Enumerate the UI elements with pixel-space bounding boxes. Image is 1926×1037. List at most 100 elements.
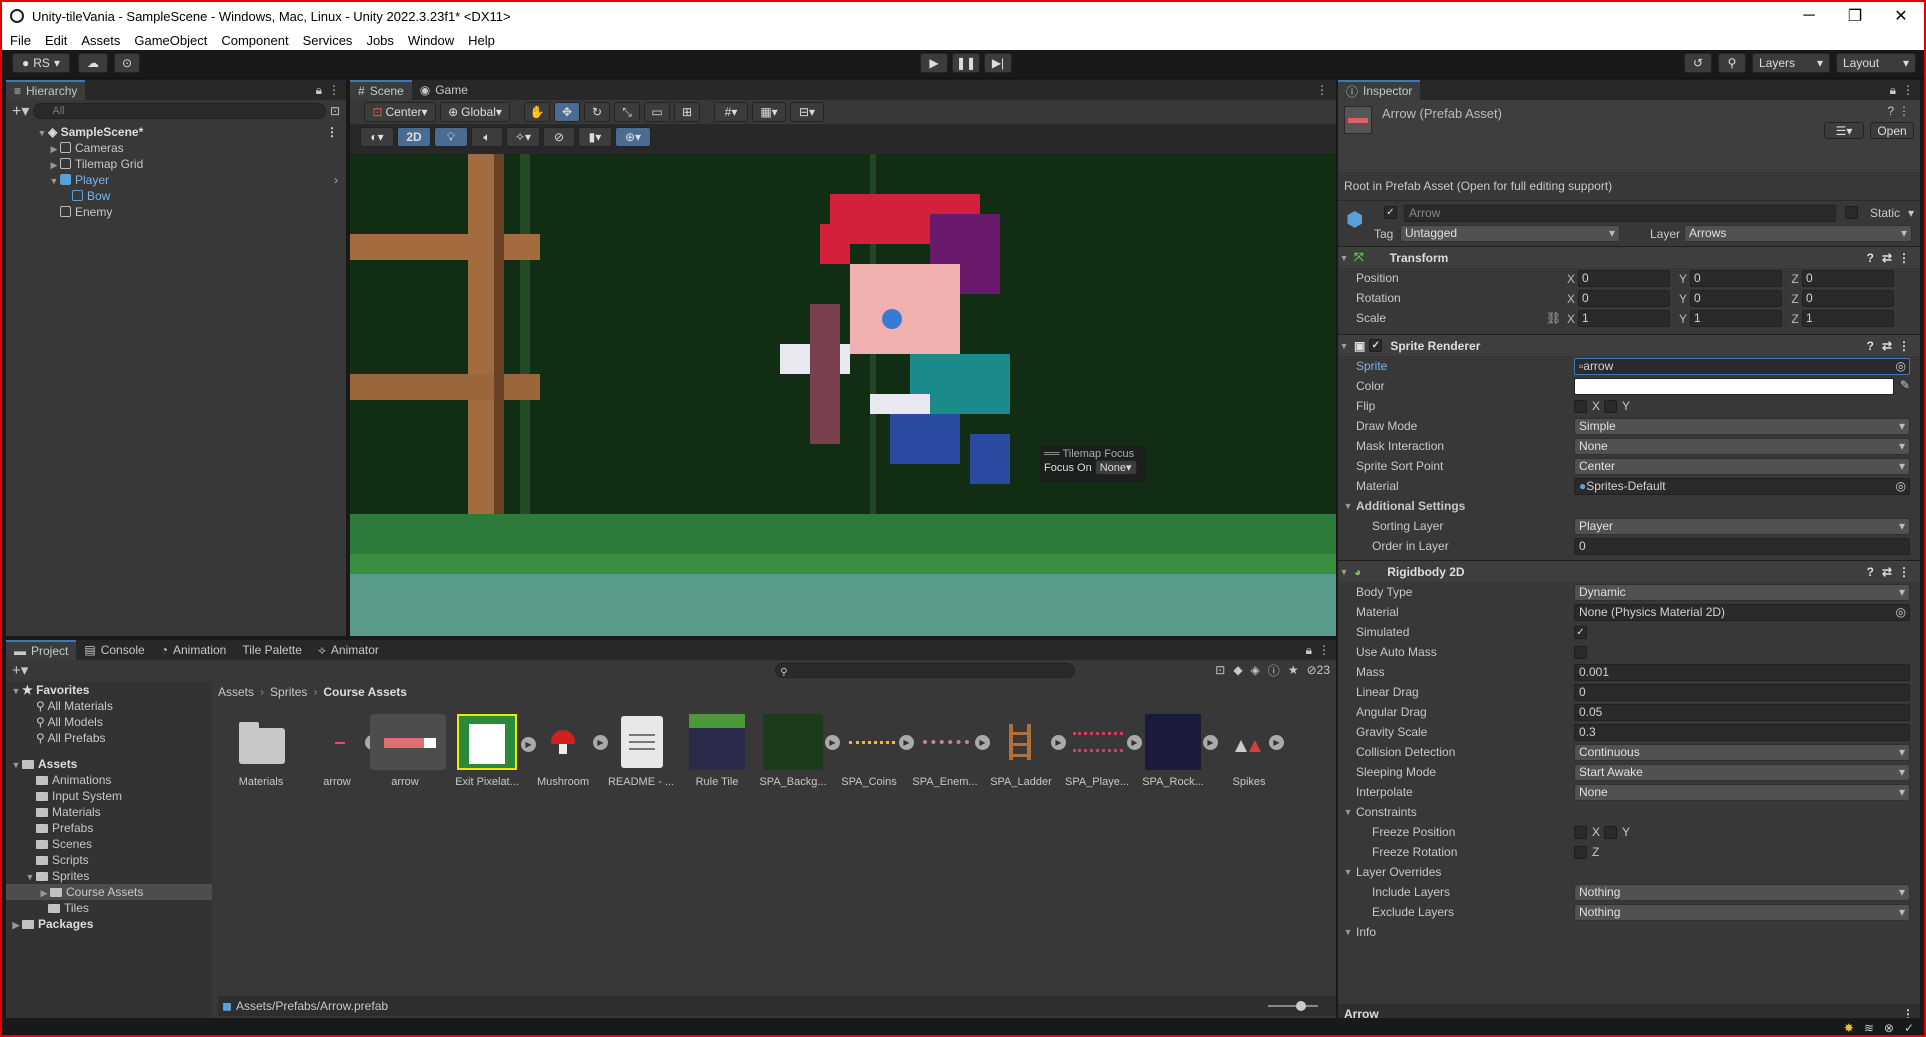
gizmos-icon[interactable]: ⊕▾ <box>615 127 651 147</box>
camera-icon[interactable]: ▮▾ <box>578 127 612 147</box>
step-button[interactable]: ▶| <box>984 53 1012 73</box>
favorite-all-prefabs[interactable]: ⚲ All Prefabs <box>6 730 212 746</box>
link-icon[interactable]: ⛓︎ <box>1546 311 1561 325</box>
eyedropper-icon[interactable]: ✎ <box>1900 378 1910 392</box>
assets-root[interactable]: ▼ Assets <box>6 756 212 772</box>
mask-interaction-dropdown[interactable]: None <box>1574 437 1910 455</box>
menu-edit[interactable]: Edit <box>45 33 67 48</box>
help-icon[interactable]: ? <box>1867 339 1874 353</box>
favorite-all-materials[interactable]: ⚲ All Materials <box>6 698 212 714</box>
asset-materials[interactable]: Materials <box>226 714 296 788</box>
asset-rule-tile[interactable]: Rule Tile <box>682 714 752 788</box>
rotation-x-field[interactable]: 0 <box>1578 290 1670 307</box>
account-button[interactable]: ● RS ▾ <box>12 53 70 73</box>
add-icon[interactable]: +▾ <box>12 101 29 121</box>
menu-jobs[interactable]: Jobs <box>366 33 393 48</box>
layout-dropdown[interactable]: Layout ▾ <box>1836 53 1916 73</box>
menu-assets[interactable]: Assets <box>81 33 120 48</box>
close-icon[interactable]: ✕ <box>1878 2 1924 30</box>
hierarchy-item-player[interactable]: ▼ Player › <box>6 172 346 188</box>
snap-increment-icon[interactable]: ⊟▾ <box>790 102 824 122</box>
freeze-position-y-checkbox[interactable] <box>1604 825 1617 839</box>
open-prefab-button[interactable]: Open <box>1870 122 1914 139</box>
object-picker-icon[interactable]: ◎ <box>1896 605 1906 620</box>
include-layers-dropdown[interactable]: Nothing <box>1574 883 1910 901</box>
interpolate-dropdown[interactable]: None <box>1574 783 1910 801</box>
rect-tool-icon[interactable]: ▭ <box>644 102 670 122</box>
menu-window[interactable]: Window <box>408 33 454 48</box>
constraints-foldout[interactable]: ▼ Constraints <box>1338 802 1920 822</box>
pause-button[interactable]: ❚❚ <box>952 53 980 73</box>
menu-file[interactable]: File <box>10 33 31 48</box>
lock-icon[interactable]: 🔒︎ <box>316 83 322 98</box>
menu-component[interactable]: Component <box>221 33 288 48</box>
collision-detection-dropdown[interactable]: Continuous <box>1574 743 1910 761</box>
asset-spa-background[interactable]: ▶ SPA_Backg... <box>758 714 840 788</box>
drag-handle-icon[interactable]: ══ <box>1044 448 1062 460</box>
angular-drag-field[interactable]: 0.05 <box>1574 703 1910 721</box>
sprite-renderer-enabled-checkbox[interactable]: ✓ <box>1369 339 1383 352</box>
color-field[interactable] <box>1574 377 1894 395</box>
help-icon[interactable]: ? <box>1867 565 1874 579</box>
active-checkbox[interactable]: ✓ <box>1384 206 1397 219</box>
asset-readme[interactable]: README - ... <box>606 714 676 788</box>
chevron-right-icon[interactable]: › <box>334 172 338 188</box>
flip-y-checkbox[interactable] <box>1604 399 1617 413</box>
hierarchy-search-input[interactable]: All <box>33 103 326 119</box>
scale-x-field[interactable]: 1 <box>1578 310 1670 327</box>
asset-arrow-texture[interactable]: ◀ arrow <box>302 714 380 788</box>
asset-labels-dropdown[interactable]: ☰▾ <box>1824 122 1864 139</box>
minimize-icon[interactable]: ─ <box>1786 2 1832 30</box>
draw-mode-icon[interactable]: ◐▾ <box>360 127 394 147</box>
lighting-icon[interactable]: 💡︎ <box>434 127 468 147</box>
tab-animator[interactable]: ⟡ Animator <box>310 640 387 660</box>
order-in-layer-field[interactable]: 0 <box>1574 537 1910 555</box>
effects-icon[interactable]: ✧▾ <box>506 127 540 147</box>
transform-tool-icon[interactable]: ⊞ <box>674 102 700 122</box>
rigidbody2d-header[interactable]: ▼ ◕ Rigidbody 2D ? ⇄ ⋮ <box>1338 560 1920 582</box>
tag-icon[interactable]: ◈ <box>1251 663 1260 677</box>
position-x-field[interactable]: 0 <box>1578 270 1670 287</box>
kebab-menu-icon[interactable]: ⋮ <box>1898 565 1910 579</box>
audio-icon[interactable]: 🔈︎ <box>471 127 503 147</box>
position-y-field[interactable]: 0 <box>1690 270 1782 287</box>
hierarchy-item-tilemap-grid[interactable]: ▶ Tilemap Grid <box>6 156 346 172</box>
move-tool-icon[interactable]: ✥ <box>554 102 580 122</box>
rotation-z-field[interactable]: 0 <box>1802 290 1894 307</box>
kebab-menu-icon[interactable]: ⋮ <box>1318 643 1330 657</box>
sprite-sort-point-dropdown[interactable]: Center <box>1574 457 1910 475</box>
play-button[interactable]: ▶ <box>920 53 948 73</box>
kebab-menu-icon[interactable]: ⋮ <box>1898 339 1910 353</box>
progress-icon[interactable]: ≋ <box>1864 1021 1874 1035</box>
project-search-input[interactable]: ⚲ <box>775 662 1076 678</box>
scene-canvas[interactable]: ══ Tilemap Focus Focus On None ▾ <box>350 154 1336 636</box>
lock-icon[interactable]: 🔒︎ <box>1306 643 1312 658</box>
kebab-menu-icon[interactable]: ⋮ <box>1898 104 1910 118</box>
hand-tool-icon[interactable]: ✋ <box>524 102 550 122</box>
asset-spa-player[interactable]: ▶ SPA_Playe... <box>1062 714 1142 788</box>
sorting-layer-dropdown[interactable]: Player <box>1574 517 1910 535</box>
tab-inspector[interactable]: ⓘ Inspector <box>1338 80 1421 100</box>
asset-spa-coins[interactable]: ▶ SPA_Coins <box>834 714 914 788</box>
help-icon[interactable]: ? <box>1867 251 1874 265</box>
asset-spa-rock[interactable]: ▶ SPA_Rock... <box>1138 714 1218 788</box>
search-icon[interactable]: ⚲ <box>1718 53 1746 73</box>
sprite-object-field[interactable]: ▫arrow ◎ <box>1574 357 1910 375</box>
rotation-y-field[interactable]: 0 <box>1690 290 1782 307</box>
folder-sprites[interactable]: ▼ Sprites <box>6 868 212 884</box>
object-picker-icon[interactable]: ◎ <box>1896 479 1906 494</box>
tab-game[interactable]: ◉ Game <box>412 80 476 100</box>
static-dropdown-icon[interactable]: ▾ <box>1908 206 1914 220</box>
presets-icon[interactable]: ⇄ <box>1882 339 1892 353</box>
lock-icon[interactable]: 🔒︎ <box>1890 83 1896 98</box>
tab-project[interactable]: ▬ Project <box>6 640 77 660</box>
menu-services[interactable]: Services <box>303 33 353 48</box>
static-checkbox[interactable] <box>1845 206 1858 219</box>
info-icon[interactable]: ⓘ <box>1268 662 1280 679</box>
auto-refresh-icon[interactable]: ⊗ <box>1884 1021 1894 1035</box>
pivot-dropdown[interactable]: ⊡ Center ▾ <box>364 102 436 122</box>
use-auto-mass-checkbox[interactable] <box>1574 645 1587 659</box>
kebab-menu-icon[interactable]: ⋮ <box>1898 251 1910 265</box>
asset-spa-enemy[interactable]: ▶ SPA_Enem... <box>910 714 990 788</box>
menu-gameobject[interactable]: GameObject <box>134 33 207 48</box>
